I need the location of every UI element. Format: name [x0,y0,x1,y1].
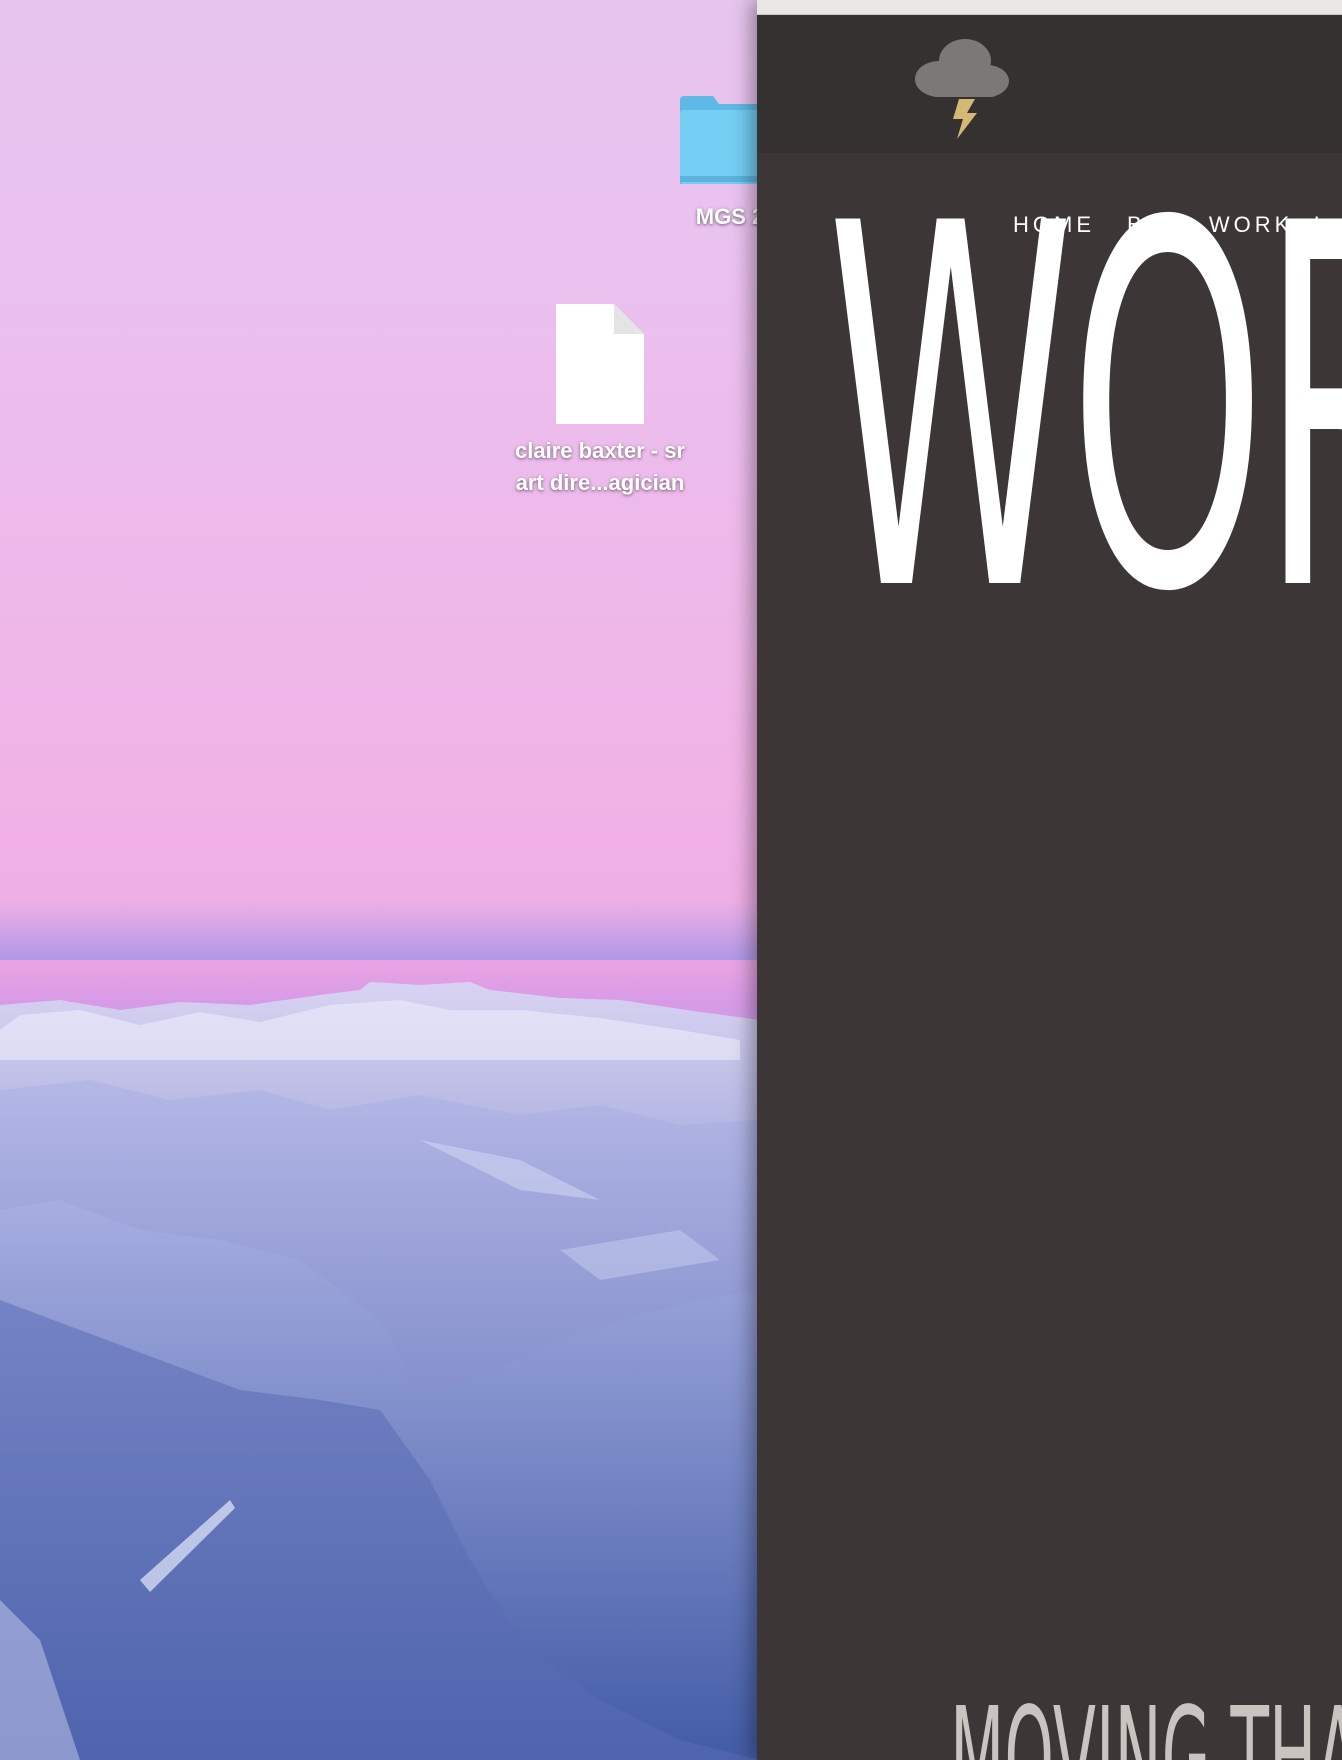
browser-address-bar-edge [757,0,1342,15]
browser-window: HOMEBIOWORK: I WORK MOVING THA [757,0,1342,1760]
section-title: MOVING THA [950,1678,1342,1760]
hero-title: WORK [827,119,1342,701]
desktop-file[interactable]: claire baxter - sr art dire...agician [480,302,720,499]
document-icon [556,304,644,424]
file-label-line2: art dire...agician [515,470,685,495]
mountain-landscape [0,900,760,1760]
file-label-line1: claire baxter - sr [515,438,685,463]
screen: MGS 2 claire baxter - sr art dire...agic… [0,0,1342,1760]
desktop-wallpaper [0,0,760,1760]
